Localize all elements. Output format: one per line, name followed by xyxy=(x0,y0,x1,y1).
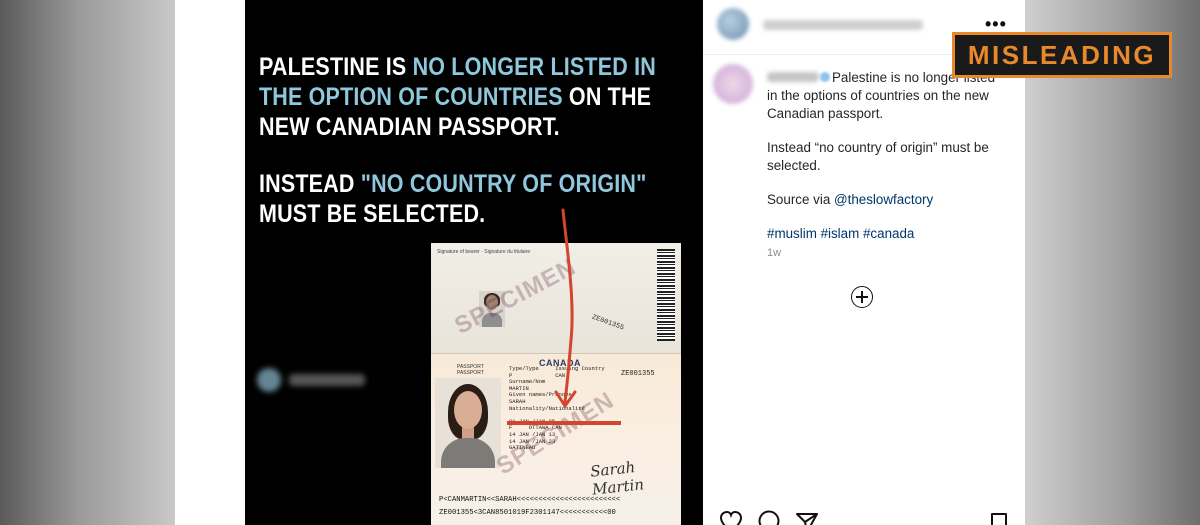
headline-line3: NEW CANADIAN PASSPORT. xyxy=(259,113,560,141)
author-avatar[interactable] xyxy=(717,8,749,40)
caption-hashtags[interactable]: #muslim #islam #canada xyxy=(767,225,1005,243)
misleading-label-text: MISLEADING xyxy=(967,39,1157,70)
headline-line1-blue: NO LONGER LISTED IN xyxy=(412,53,656,81)
misleading-label-badge: MISLEADING xyxy=(952,32,1172,78)
passport-data-page: CANADA PASSPORT PASSPORT ZE001355 Type/T… xyxy=(431,354,681,525)
passport-specimen: Signature of bearer · Signature du titul… xyxy=(431,243,681,525)
post-image[interactable]: PALESTINE IS NO LONGER LISTED IN THE OPT… xyxy=(245,0,703,525)
comment-icon[interactable] xyxy=(757,508,781,525)
blurred-avatar xyxy=(257,368,281,392)
headline-line4-blue: "NO COUNTRY OF ORIGIN" xyxy=(360,170,647,198)
passport-top-number: ZE001355 xyxy=(590,313,625,333)
post-caption: Palestine is no longer listed in the opt… xyxy=(767,69,1005,243)
headline-line5: MUST BE SELECTED. xyxy=(259,200,486,228)
background-right xyxy=(1025,0,1200,525)
author-username[interactable] xyxy=(763,20,923,30)
passport-mrz-line1: P<CANMARTIN<<SARAH<<<<<<<<<<<<<<<<<<<<<<… xyxy=(439,496,621,504)
passport-mrz-line2: ZE001355<3CAN8501019F2301147<<<<<<<<<<<0… xyxy=(439,509,616,517)
headline-line2-white: ON THE xyxy=(562,83,652,111)
send-icon[interactable] xyxy=(795,508,819,525)
caption-avatar[interactable] xyxy=(713,64,753,104)
passport-barcode xyxy=(657,249,675,341)
passport-signature: Sarah Martin xyxy=(589,458,645,499)
post-headline: PALESTINE IS NO LONGER LISTED IN THE OPT… xyxy=(259,52,656,229)
passport-top-page: Signature of bearer · Signature du titul… xyxy=(431,243,681,353)
passport-signature-label: Signature of bearer · Signature du titul… xyxy=(437,249,531,255)
blurred-watermark-user xyxy=(257,368,365,392)
headline-line1-white: PALESTINE IS xyxy=(259,53,413,81)
blurred-username xyxy=(289,374,365,386)
caption-source: Source via @theslowfactory xyxy=(767,191,1005,209)
bookmark-icon[interactable] xyxy=(989,508,1009,525)
heart-icon[interactable] xyxy=(719,508,743,525)
headline-line4-white: INSTEAD xyxy=(259,170,361,198)
passport-type-label: PASSPORT PASSPORT xyxy=(457,364,484,376)
passport-number: ZE001355 xyxy=(621,370,655,378)
caption-mention-link[interactable]: @theslowfactory xyxy=(834,192,933,207)
passport-mrz: P<CANMARTIN<<SARAH<<<<<<<<<<<<<<<<<<<<<<… xyxy=(439,494,620,520)
plus-circle-icon[interactable] xyxy=(851,286,873,308)
action-bar xyxy=(703,508,1025,525)
headline-line2-blue: THE OPTION OF COUNTRIES xyxy=(259,83,563,111)
background-left xyxy=(0,0,175,525)
specimen-watermark-top: SPECIMEN xyxy=(450,253,581,340)
post-time-ago: 1w xyxy=(767,247,782,259)
caption-line2: Instead “no country of origin” must be s… xyxy=(767,140,989,173)
caption-source-prefix: Source via xyxy=(767,192,834,207)
passport-photo xyxy=(435,378,501,468)
